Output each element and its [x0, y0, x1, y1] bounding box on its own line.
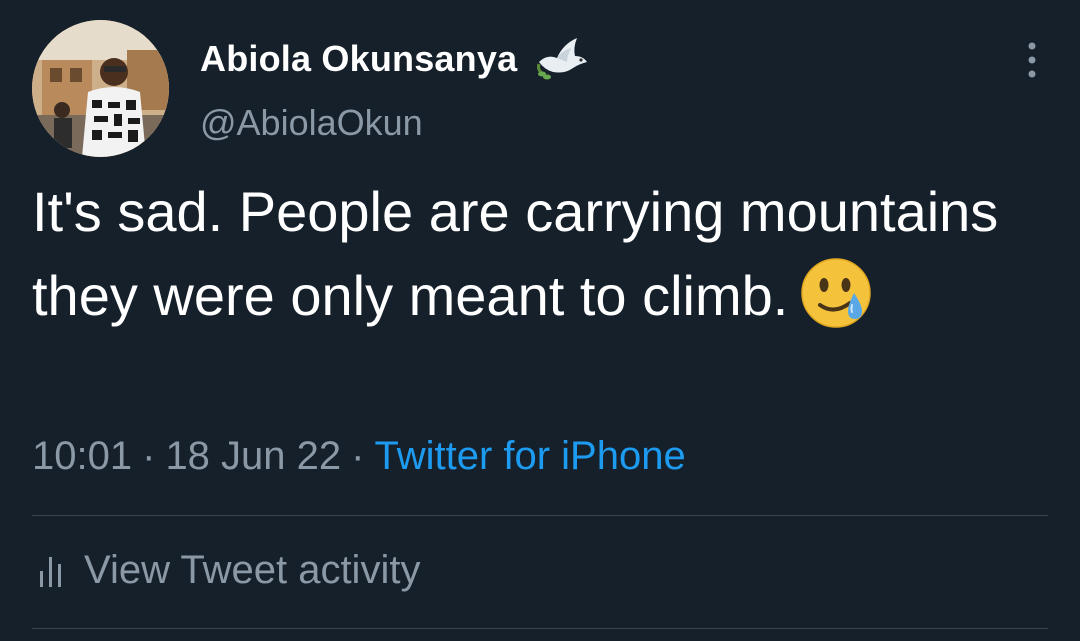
face-holding-back-tears-icon [800, 257, 872, 329]
name-row: Abiola Okunsanya [200, 34, 589, 84]
display-name[interactable]: Abiola Okunsanya [200, 38, 517, 80]
avatar-image [32, 20, 169, 157]
handle[interactable]: @AbiolaOkun [200, 102, 589, 144]
tweet-meta: 10:01 · 18 Jun 22 · Twitter for iPhone [32, 434, 686, 479]
meta-separator: · [351, 434, 365, 478]
view-tweet-activity-button[interactable]: View Tweet activity [38, 548, 420, 593]
tweet-source-link[interactable]: Twitter for iPhone [374, 434, 685, 478]
more-options-icon[interactable] [1020, 40, 1044, 80]
divider [32, 628, 1048, 629]
author-info: Abiola Okunsanya @AbiolaOkun [200, 34, 589, 144]
activity-bars-icon [38, 553, 66, 589]
tweet-text: It's sad. People are carrying mountains … [32, 170, 1042, 338]
divider [32, 515, 1048, 516]
meta-separator: · [142, 434, 156, 478]
dove-icon [533, 34, 589, 84]
avatar[interactable] [32, 20, 169, 157]
activity-label: View Tweet activity [84, 548, 421, 592]
tweet-time[interactable]: 10:01 [32, 434, 132, 478]
tweet-date[interactable]: 18 Jun 22 [165, 434, 341, 478]
